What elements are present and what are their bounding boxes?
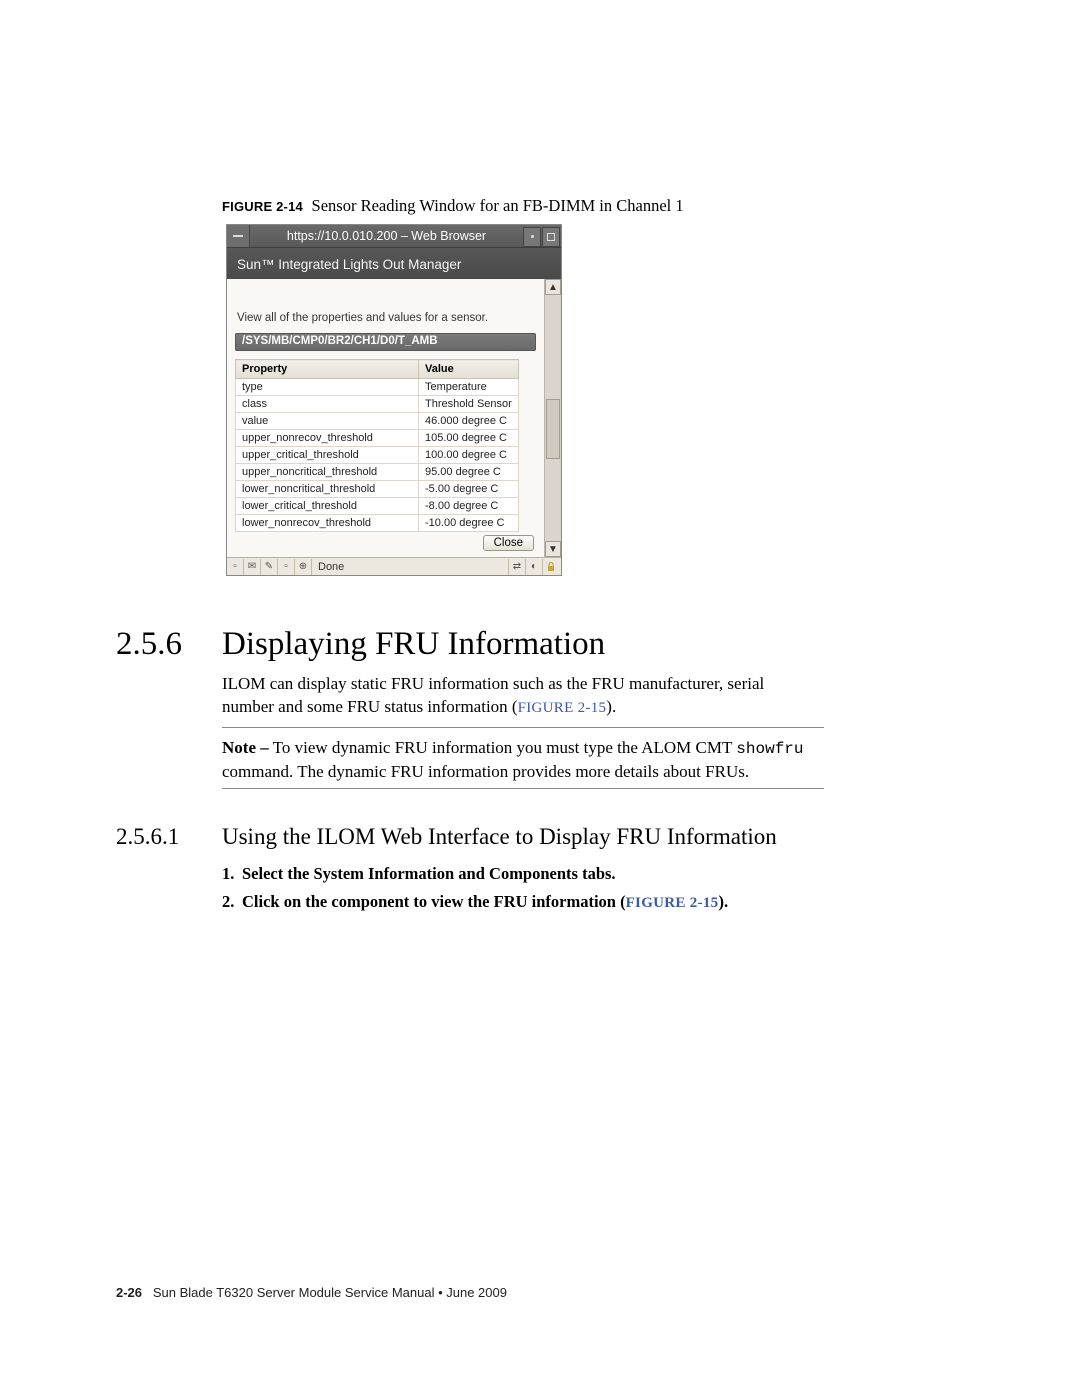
footer-text: Sun Blade T6320 Server Module Service Ma… bbox=[153, 1285, 507, 1300]
step-2: 2. Click on the component to view the FR… bbox=[222, 892, 824, 912]
proxy-icon: ⇄ bbox=[508, 559, 525, 575]
section-heading: 2.5.6Displaying FRU Information bbox=[116, 626, 605, 663]
figure-caption-text: Sensor Reading Window for an FB-DIMM in … bbox=[307, 196, 683, 215]
status-bar: ▫ ✉ ✎ ▫ ⊕ Done ⇄ ◐ bbox=[227, 557, 561, 575]
horizontal-rule bbox=[222, 727, 824, 728]
shield-icon: ◐ bbox=[525, 559, 542, 575]
command-code: showfru bbox=[736, 740, 803, 758]
sensor-properties-table: Property Value typeTemperature classThre… bbox=[235, 359, 519, 532]
note-icon: ▫ bbox=[278, 559, 295, 575]
section-paragraph: ILOM can display static FRU information … bbox=[222, 673, 820, 719]
sensor-reading-window: https://10.0.010.200 – Web Browser Sun™ … bbox=[226, 224, 562, 576]
section-title: Displaying FRU Information bbox=[222, 626, 605, 662]
table-row: lower_noncritical_threshold-5.00 degree … bbox=[236, 481, 519, 498]
edit-icon: ✎ bbox=[261, 559, 278, 575]
table-row: typeTemperature bbox=[236, 379, 519, 396]
maximize-button[interactable] bbox=[542, 227, 560, 247]
status-icon: ▫ bbox=[227, 559, 244, 575]
table-row: upper_nonrecov_threshold105.00 degree C bbox=[236, 430, 519, 447]
figure-label: FIGURE 2-14 bbox=[222, 199, 303, 214]
lock-icon bbox=[542, 559, 559, 575]
table-row: value46.000 degree C bbox=[236, 413, 519, 430]
subsection-number: 2.5.6.1 bbox=[116, 824, 222, 850]
table-row: lower_critical_threshold-8.00 degree C bbox=[236, 498, 519, 515]
window-titlebar: https://10.0.010.200 – Web Browser bbox=[227, 225, 561, 248]
note-label: Note – bbox=[222, 738, 269, 757]
figure-caption: FIGURE 2-14 Sensor Reading Window for an… bbox=[222, 196, 684, 216]
window-menu-button[interactable] bbox=[227, 225, 250, 247]
note-paragraph: Note – To view dynamic FRU information y… bbox=[222, 737, 824, 784]
page-footer: 2-26 Sun Blade T6320 Server Module Servi… bbox=[116, 1285, 507, 1300]
globe-icon: ⊕ bbox=[295, 559, 312, 575]
content-area: View all of the properties and values fo… bbox=[227, 279, 544, 557]
table-row: upper_critical_threshold100.00 degree C bbox=[236, 447, 519, 464]
table-row: upper_noncritical_threshold95.00 degree … bbox=[236, 464, 519, 481]
scroll-down-button[interactable]: ▼ bbox=[545, 541, 561, 557]
mail-icon: ✉ bbox=[244, 559, 261, 575]
hint-text: View all of the properties and values fo… bbox=[237, 312, 488, 324]
scroll-up-button[interactable]: ▲ bbox=[545, 279, 561, 295]
table-row: lower_nonrecov_threshold-10.00 degree C bbox=[236, 515, 519, 532]
minimize-button[interactable] bbox=[523, 227, 541, 247]
col-header-value: Value bbox=[419, 360, 519, 379]
figure-2-15-link[interactable]: FIGURE 2-15 bbox=[518, 700, 607, 716]
table-row: classThreshold Sensor bbox=[236, 396, 519, 413]
sensor-path-bar: /SYS/MB/CMP0/BR2/CH1/D0/T_AMB bbox=[235, 333, 536, 351]
step-1: 1. Select the System Information and Com… bbox=[222, 864, 824, 884]
close-button[interactable]: Close bbox=[483, 535, 534, 551]
app-banner-text: Sun™ Integrated Lights Out Manager bbox=[237, 257, 461, 272]
vertical-scrollbar[interactable]: ▲ ▼ bbox=[544, 279, 561, 557]
subsection-heading: 2.5.6.1Using the ILOM Web Interface to D… bbox=[116, 824, 777, 850]
section-number: 2.5.6 bbox=[116, 626, 222, 663]
page-number: 2-26 bbox=[116, 1285, 142, 1300]
subsection-title: Using the ILOM Web Interface to Display … bbox=[222, 824, 777, 849]
app-banner: Sun™ Integrated Lights Out Manager bbox=[227, 248, 561, 281]
status-text: Done bbox=[312, 561, 508, 573]
scroll-thumb[interactable] bbox=[546, 399, 560, 459]
figure-2-15-link[interactable]: FIGURE 2-15 bbox=[626, 895, 719, 911]
window-title: https://10.0.010.200 – Web Browser bbox=[250, 229, 523, 243]
horizontal-rule bbox=[222, 788, 824, 789]
numbered-steps: 1. Select the System Information and Com… bbox=[222, 864, 824, 920]
col-header-property: Property bbox=[236, 360, 419, 379]
